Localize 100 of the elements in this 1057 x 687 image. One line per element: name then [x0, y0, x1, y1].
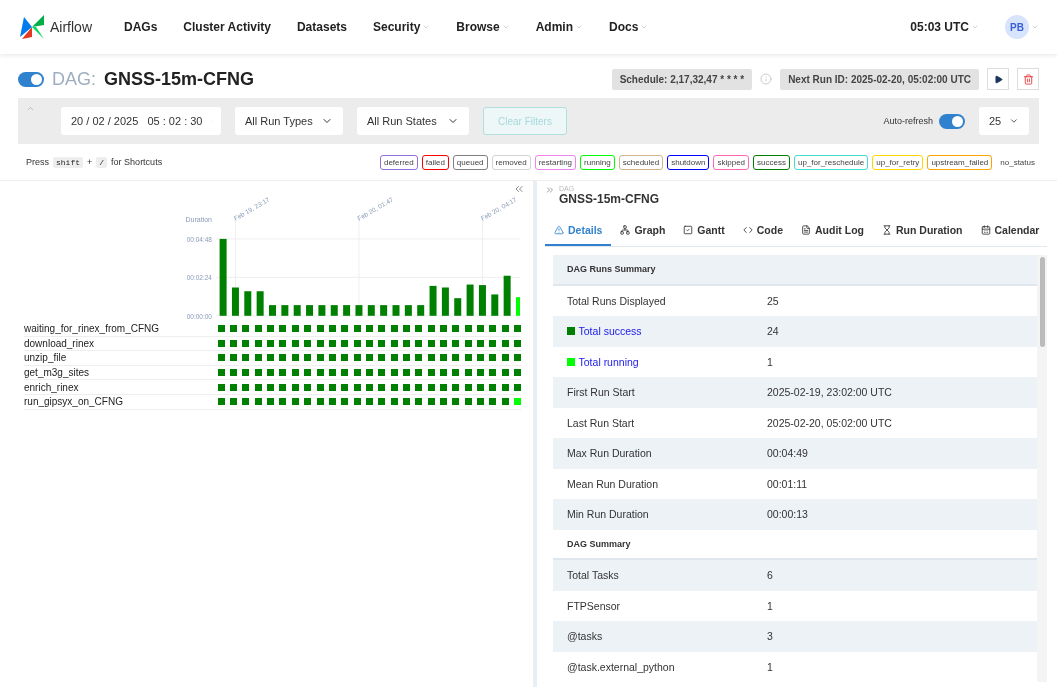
status-link[interactable]: Total success	[578, 325, 767, 338]
task-name[interactable]: unzip_file	[24, 352, 214, 364]
task-status-square[interactable]	[341, 383, 349, 391]
task-status-square[interactable]	[304, 325, 312, 333]
task-status-square[interactable]	[427, 398, 435, 406]
task-status-square[interactable]	[328, 354, 336, 362]
task-status-square[interactable]	[415, 339, 423, 347]
task-status-square[interactable]	[304, 383, 312, 391]
task-status-square[interactable]	[217, 398, 225, 406]
task-status-square[interactable]	[489, 339, 497, 347]
task-status-square[interactable]	[452, 354, 460, 362]
task-status-square[interactable]	[501, 383, 509, 391]
task-status-square[interactable]	[464, 339, 472, 347]
task-status-square[interactable]	[402, 354, 410, 362]
task-status-square[interactable]	[291, 383, 299, 391]
task-status-square[interactable]	[378, 383, 386, 391]
task-status-square[interactable]	[291, 339, 299, 347]
nav-link[interactable]: Datasets	[296, 20, 347, 34]
task-status-square[interactable]	[514, 369, 521, 377]
duration-bar[interactable]	[380, 305, 388, 316]
state-legend-tag[interactable]: running	[580, 154, 615, 170]
task-status-square[interactable]	[427, 369, 435, 377]
task-status-square[interactable]	[402, 383, 410, 391]
task-status-square[interactable]	[402, 339, 410, 347]
scrollbar[interactable]	[1037, 255, 1047, 682]
task-status-square[interactable]	[254, 354, 262, 362]
auto-refresh-toggle[interactable]	[939, 113, 965, 129]
state-legend-tag[interactable]: success	[753, 154, 790, 170]
task-status-square[interactable]	[217, 325, 225, 333]
task-status-square[interactable]	[452, 398, 460, 406]
task-status-square[interactable]	[402, 398, 410, 406]
status-link[interactable]: Total running	[578, 355, 767, 368]
task-status-square[interactable]	[415, 325, 423, 333]
task-status-square[interactable]	[291, 398, 299, 406]
trigger-button[interactable]	[987, 68, 1009, 90]
page-size-select[interactable]: 25	[979, 107, 1029, 135]
task-status-square[interactable]	[501, 339, 509, 347]
task-status-square[interactable]	[415, 383, 423, 391]
task-status-square[interactable]	[242, 383, 250, 391]
task-status-square[interactable]	[230, 339, 238, 347]
duration-bar[interactable]	[367, 305, 375, 316]
date-field[interactable]: 20 / 02 / 2025 05 : 02 : 30	[61, 107, 221, 135]
task-status-square[interactable]	[267, 325, 275, 333]
nav-link[interactable]: Cluster Activity	[183, 20, 271, 34]
task-status-square[interactable]	[365, 325, 373, 333]
duration-bar[interactable]	[478, 285, 486, 316]
task-status-square[interactable]	[217, 383, 225, 391]
task-status-square[interactable]	[489, 369, 497, 377]
brand-name[interactable]: Airflow	[50, 19, 92, 35]
duration-bar[interactable]	[466, 284, 474, 316]
detail-tab[interactable]: Gantt	[674, 218, 734, 246]
task-status-square[interactable]	[439, 339, 447, 347]
task-status-square[interactable]	[365, 369, 373, 377]
task-name[interactable]: get_m3g_sites	[24, 367, 214, 379]
task-status-square[interactable]	[328, 369, 336, 377]
task-status-square[interactable]	[514, 325, 521, 333]
task-status-square[interactable]	[402, 369, 410, 377]
task-name[interactable]: download_rinex	[24, 337, 214, 349]
detail-tab[interactable]: Details	[545, 218, 612, 246]
task-status-square[interactable]	[304, 369, 312, 377]
task-status-square[interactable]	[242, 369, 250, 377]
task-status-square[interactable]	[452, 383, 460, 391]
task-status-square[interactable]	[230, 383, 238, 391]
state-legend-tag[interactable]: skipped	[713, 154, 750, 170]
task-status-square[interactable]	[464, 383, 472, 391]
task-status-square[interactable]	[427, 383, 435, 391]
state-legend-tag[interactable]: scheduled	[618, 154, 664, 170]
duration-bar[interactable]	[293, 305, 301, 316]
nav-link[interactable]: Browse	[456, 20, 510, 34]
time-menu[interactable]: 05:03 UTC	[910, 20, 979, 34]
task-status-square[interactable]	[427, 339, 435, 347]
task-status-square[interactable]	[353, 383, 361, 391]
task-status-square[interactable]	[242, 339, 250, 347]
duration-bar[interactable]	[231, 287, 239, 316]
duration-bar[interactable]	[404, 305, 412, 316]
task-status-square[interactable]	[267, 383, 275, 391]
task-status-square[interactable]	[217, 339, 225, 347]
duration-bar[interactable]	[343, 305, 351, 316]
task-status-square[interactable]	[452, 369, 460, 377]
task-status-square[interactable]	[439, 398, 447, 406]
task-status-square[interactable]	[341, 369, 349, 377]
state-legend-tag[interactable]: removed	[491, 154, 531, 170]
task-status-square[interactable]	[304, 354, 312, 362]
nav-link[interactable]: DAGs	[124, 20, 158, 34]
task-status-square[interactable]	[267, 398, 275, 406]
task-status-square[interactable]	[402, 325, 410, 333]
duration-bar[interactable]	[429, 285, 437, 316]
state-legend-tag[interactable]: up_for_retry	[872, 154, 924, 170]
task-status-square[interactable]	[279, 369, 287, 377]
task-status-square[interactable]	[328, 383, 336, 391]
task-status-square[interactable]	[254, 383, 262, 391]
task-status-square[interactable]	[353, 369, 361, 377]
task-status-square[interactable]	[291, 354, 299, 362]
task-status-square[interactable]	[316, 383, 324, 391]
nav-link[interactable]: Admin	[535, 20, 584, 34]
task-status-square[interactable]	[316, 354, 324, 362]
task-status-square[interactable]	[378, 325, 386, 333]
task-status-square[interactable]	[489, 383, 497, 391]
state-legend-tag[interactable]: no_status	[996, 154, 1039, 170]
duration-bar[interactable]	[503, 275, 511, 316]
